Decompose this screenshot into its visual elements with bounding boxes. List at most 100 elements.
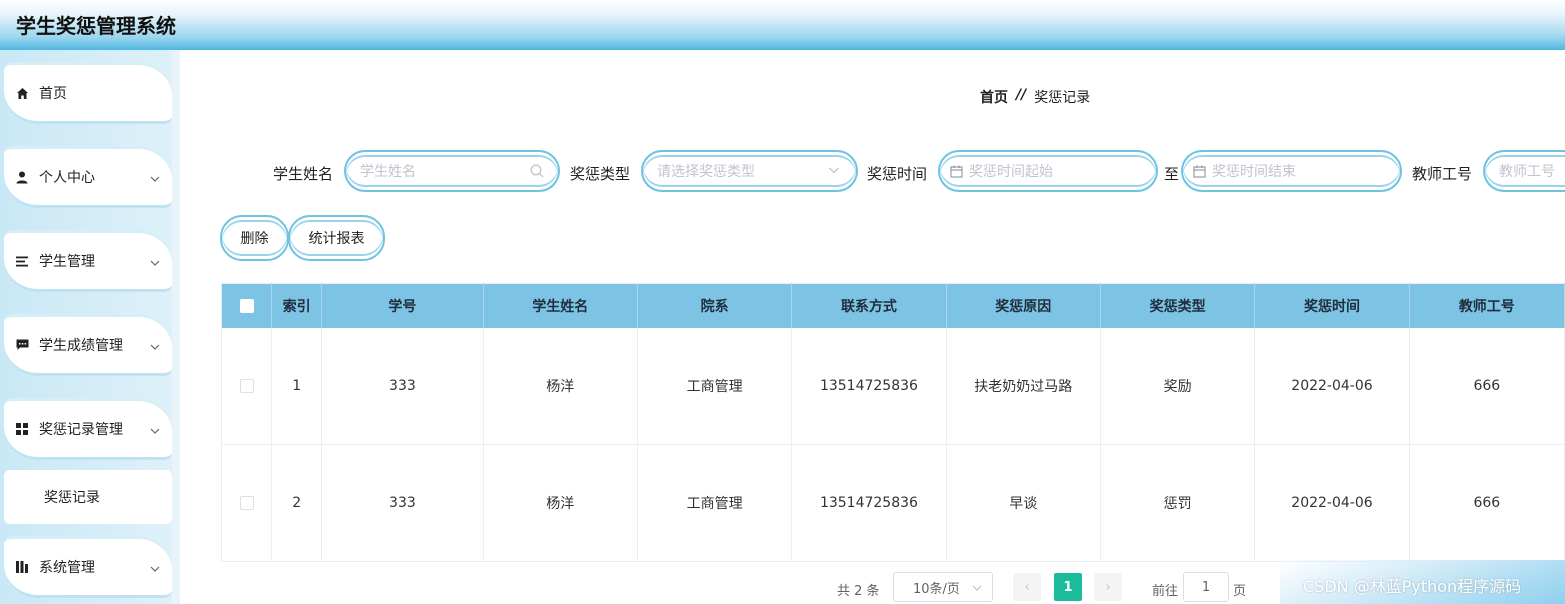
app-title: 学生奖惩管理系统: [16, 14, 176, 38]
sidebar-item-reward-management[interactable]: 奖惩记录管理: [4, 398, 172, 460]
row-checkbox[interactable]: [239, 378, 254, 393]
table-cell: 杨洋: [483, 444, 638, 562]
sidebar-item-score-management[interactable]: 学生成绩管理: [4, 314, 172, 376]
table-cell: 13514725836: [791, 444, 947, 562]
table-cell: 333: [321, 444, 484, 562]
sidebar-item-student-management[interactable]: 学生管理: [4, 230, 172, 292]
table-cell: 工商管理: [637, 444, 793, 562]
sidebar-subitem-label: 奖惩记录: [44, 490, 100, 506]
list-icon: [15, 254, 29, 268]
table-cell: 13514725836: [791, 327, 947, 445]
row-checkbox[interactable]: [239, 496, 254, 510]
reward-type-placeholder: 请选择奖惩类型: [657, 164, 755, 180]
prev-page-button[interactable]: ‹: [1013, 573, 1041, 601]
page-unit-label: 页: [1233, 584, 1247, 599]
grid-icon: [15, 422, 29, 436]
reward-time-label: 奖惩时间: [867, 165, 928, 183]
table-cell: 惩罚: [1100, 444, 1256, 562]
chevron-down-icon: [150, 256, 160, 266]
reward-type-select[interactable]: 请选择奖惩类型: [641, 150, 858, 192]
row-select-cell[interactable]: [221, 444, 273, 562]
column-header: 索引: [271, 283, 323, 328]
sidebar-subitem-reward-records[interactable]: 奖惩记录: [4, 470, 172, 524]
column-header: 奖惩类型: [1100, 283, 1256, 328]
column-header: 奖惩时间: [1254, 283, 1410, 328]
column-header: 院系: [637, 283, 793, 328]
breadcrumb-separator: //: [1016, 87, 1027, 103]
page-number-button[interactable]: 1: [1054, 573, 1082, 601]
sidebar-item-label: 个人中心: [39, 170, 95, 186]
chevron-down-icon: [150, 340, 160, 350]
sidebar-item-home[interactable]: 首页: [4, 62, 172, 124]
sidebar-item-label: 系统管理: [39, 560, 95, 576]
home-icon: [15, 86, 29, 100]
main-content: 首页 // 奖惩记录 学生姓名 学生姓名 奖惩类型 请选择奖惩类型 奖惩时间 奖…: [180, 50, 1565, 604]
table-cell: 扶老奶奶过马路: [946, 327, 1101, 445]
chevron-down-icon: [972, 582, 982, 592]
sidebar-item-personal-center[interactable]: 个人中心: [4, 146, 172, 208]
table-cell: 666: [1409, 444, 1565, 562]
breadcrumb-home[interactable]: 首页: [980, 87, 1008, 107]
reward-time-start-input[interactable]: 奖惩时间起始: [938, 150, 1158, 192]
column-header: 联系方式: [791, 283, 947, 328]
teacher-id-input[interactable]: 教师工号: [1483, 150, 1565, 192]
table-cell: 奖励: [1100, 327, 1256, 445]
calendar-icon: [1193, 165, 1206, 178]
table-cell: 工商管理: [637, 327, 793, 445]
goto-page-input[interactable]: 1: [1183, 572, 1229, 602]
student-name-label: 学生姓名: [273, 165, 334, 183]
teacher-id-label: 教师工号: [1412, 165, 1473, 183]
table-cell: 2: [271, 444, 323, 562]
column-header: 学号: [321, 283, 484, 328]
student-name-placeholder: 学生姓名: [360, 164, 416, 180]
search-icon: [530, 164, 544, 178]
report-button[interactable]: 统计报表: [288, 215, 385, 261]
chevron-down-icon: [828, 164, 842, 178]
row-select-cell[interactable]: [221, 327, 273, 445]
bar-chart-icon: [15, 560, 29, 574]
chevron-down-icon: [150, 562, 160, 572]
next-page-button[interactable]: ›: [1094, 573, 1122, 601]
table-cell: 早谈: [946, 444, 1101, 562]
search-bar: 学生姓名 学生姓名 奖惩类型 请选择奖惩类型 奖惩时间 奖惩时间起始 至 奖惩时…: [180, 150, 1565, 194]
table-header-row: 索引 学号 学生姓名 院系 联系方式 奖惩原因 奖惩类型 奖惩时间 教师工号: [221, 283, 1565, 328]
teacher-id-placeholder: 教师工号: [1499, 164, 1555, 180]
page-size-value: 10条/页: [913, 581, 960, 597]
chevron-down-icon: [150, 172, 160, 182]
date-range-separator: 至: [1164, 165, 1180, 183]
delete-button[interactable]: 删除: [220, 215, 289, 261]
pagination-total: 共 2 条: [837, 584, 880, 599]
sidebar: 首页 个人中心 学生管理 学生成绩管理 奖惩记录管理 奖惩记录 系统管理: [0, 50, 180, 604]
sidebar-item-label: 学生成绩管理: [39, 338, 123, 354]
reward-time-end-placeholder: 奖惩时间结束: [1212, 164, 1296, 180]
table-cell: 2022-04-06: [1254, 327, 1410, 445]
chevron-down-icon: [150, 424, 160, 434]
column-header: 奖惩原因: [946, 283, 1101, 328]
reward-time-end-input[interactable]: 奖惩时间结束: [1181, 150, 1402, 192]
user-icon: [15, 170, 29, 184]
calendar-icon: [950, 165, 963, 178]
records-table: 索引 学号 学生姓名 院系 联系方式 奖惩原因 奖惩类型 奖惩时间 教师工号 1…: [221, 283, 1565, 562]
sidebar-item-label: 学生管理: [39, 254, 95, 270]
student-name-input[interactable]: 学生姓名: [344, 150, 560, 192]
table-cell: 2022-04-06: [1254, 444, 1410, 562]
goto-label: 前往: [1152, 584, 1179, 599]
breadcrumb: 首页 // 奖惩记录: [980, 87, 1090, 107]
table-row: 2 333 杨洋 工商管理 13514725836 早谈 惩罚 2022-04-…: [221, 444, 1565, 562]
sidebar-item-system-management[interactable]: 系统管理: [4, 536, 172, 598]
table-cell: 666: [1409, 327, 1565, 445]
select-all-checkbox[interactable]: [239, 298, 254, 313]
watermark: CSDN @林蓝Python程序源码: [1303, 577, 1522, 596]
column-header: 教师工号: [1409, 283, 1565, 328]
sidebar-item-label: 首页: [39, 86, 67, 102]
table-cell: 333: [321, 327, 484, 445]
table-row: 1 333 杨洋 工商管理 13514725836 扶老奶奶过马路 奖励 202…: [221, 327, 1565, 445]
page-size-select[interactable]: 10条/页: [893, 572, 993, 602]
column-header: 学生姓名: [483, 283, 638, 328]
table-cell: 杨洋: [483, 327, 638, 445]
reward-type-label: 奖惩类型: [570, 165, 631, 183]
table-cell: 1: [271, 327, 323, 445]
breadcrumb-current: 奖惩记录: [1034, 90, 1091, 106]
comment-icon: [15, 338, 29, 352]
select-all-cell[interactable]: [221, 283, 273, 328]
